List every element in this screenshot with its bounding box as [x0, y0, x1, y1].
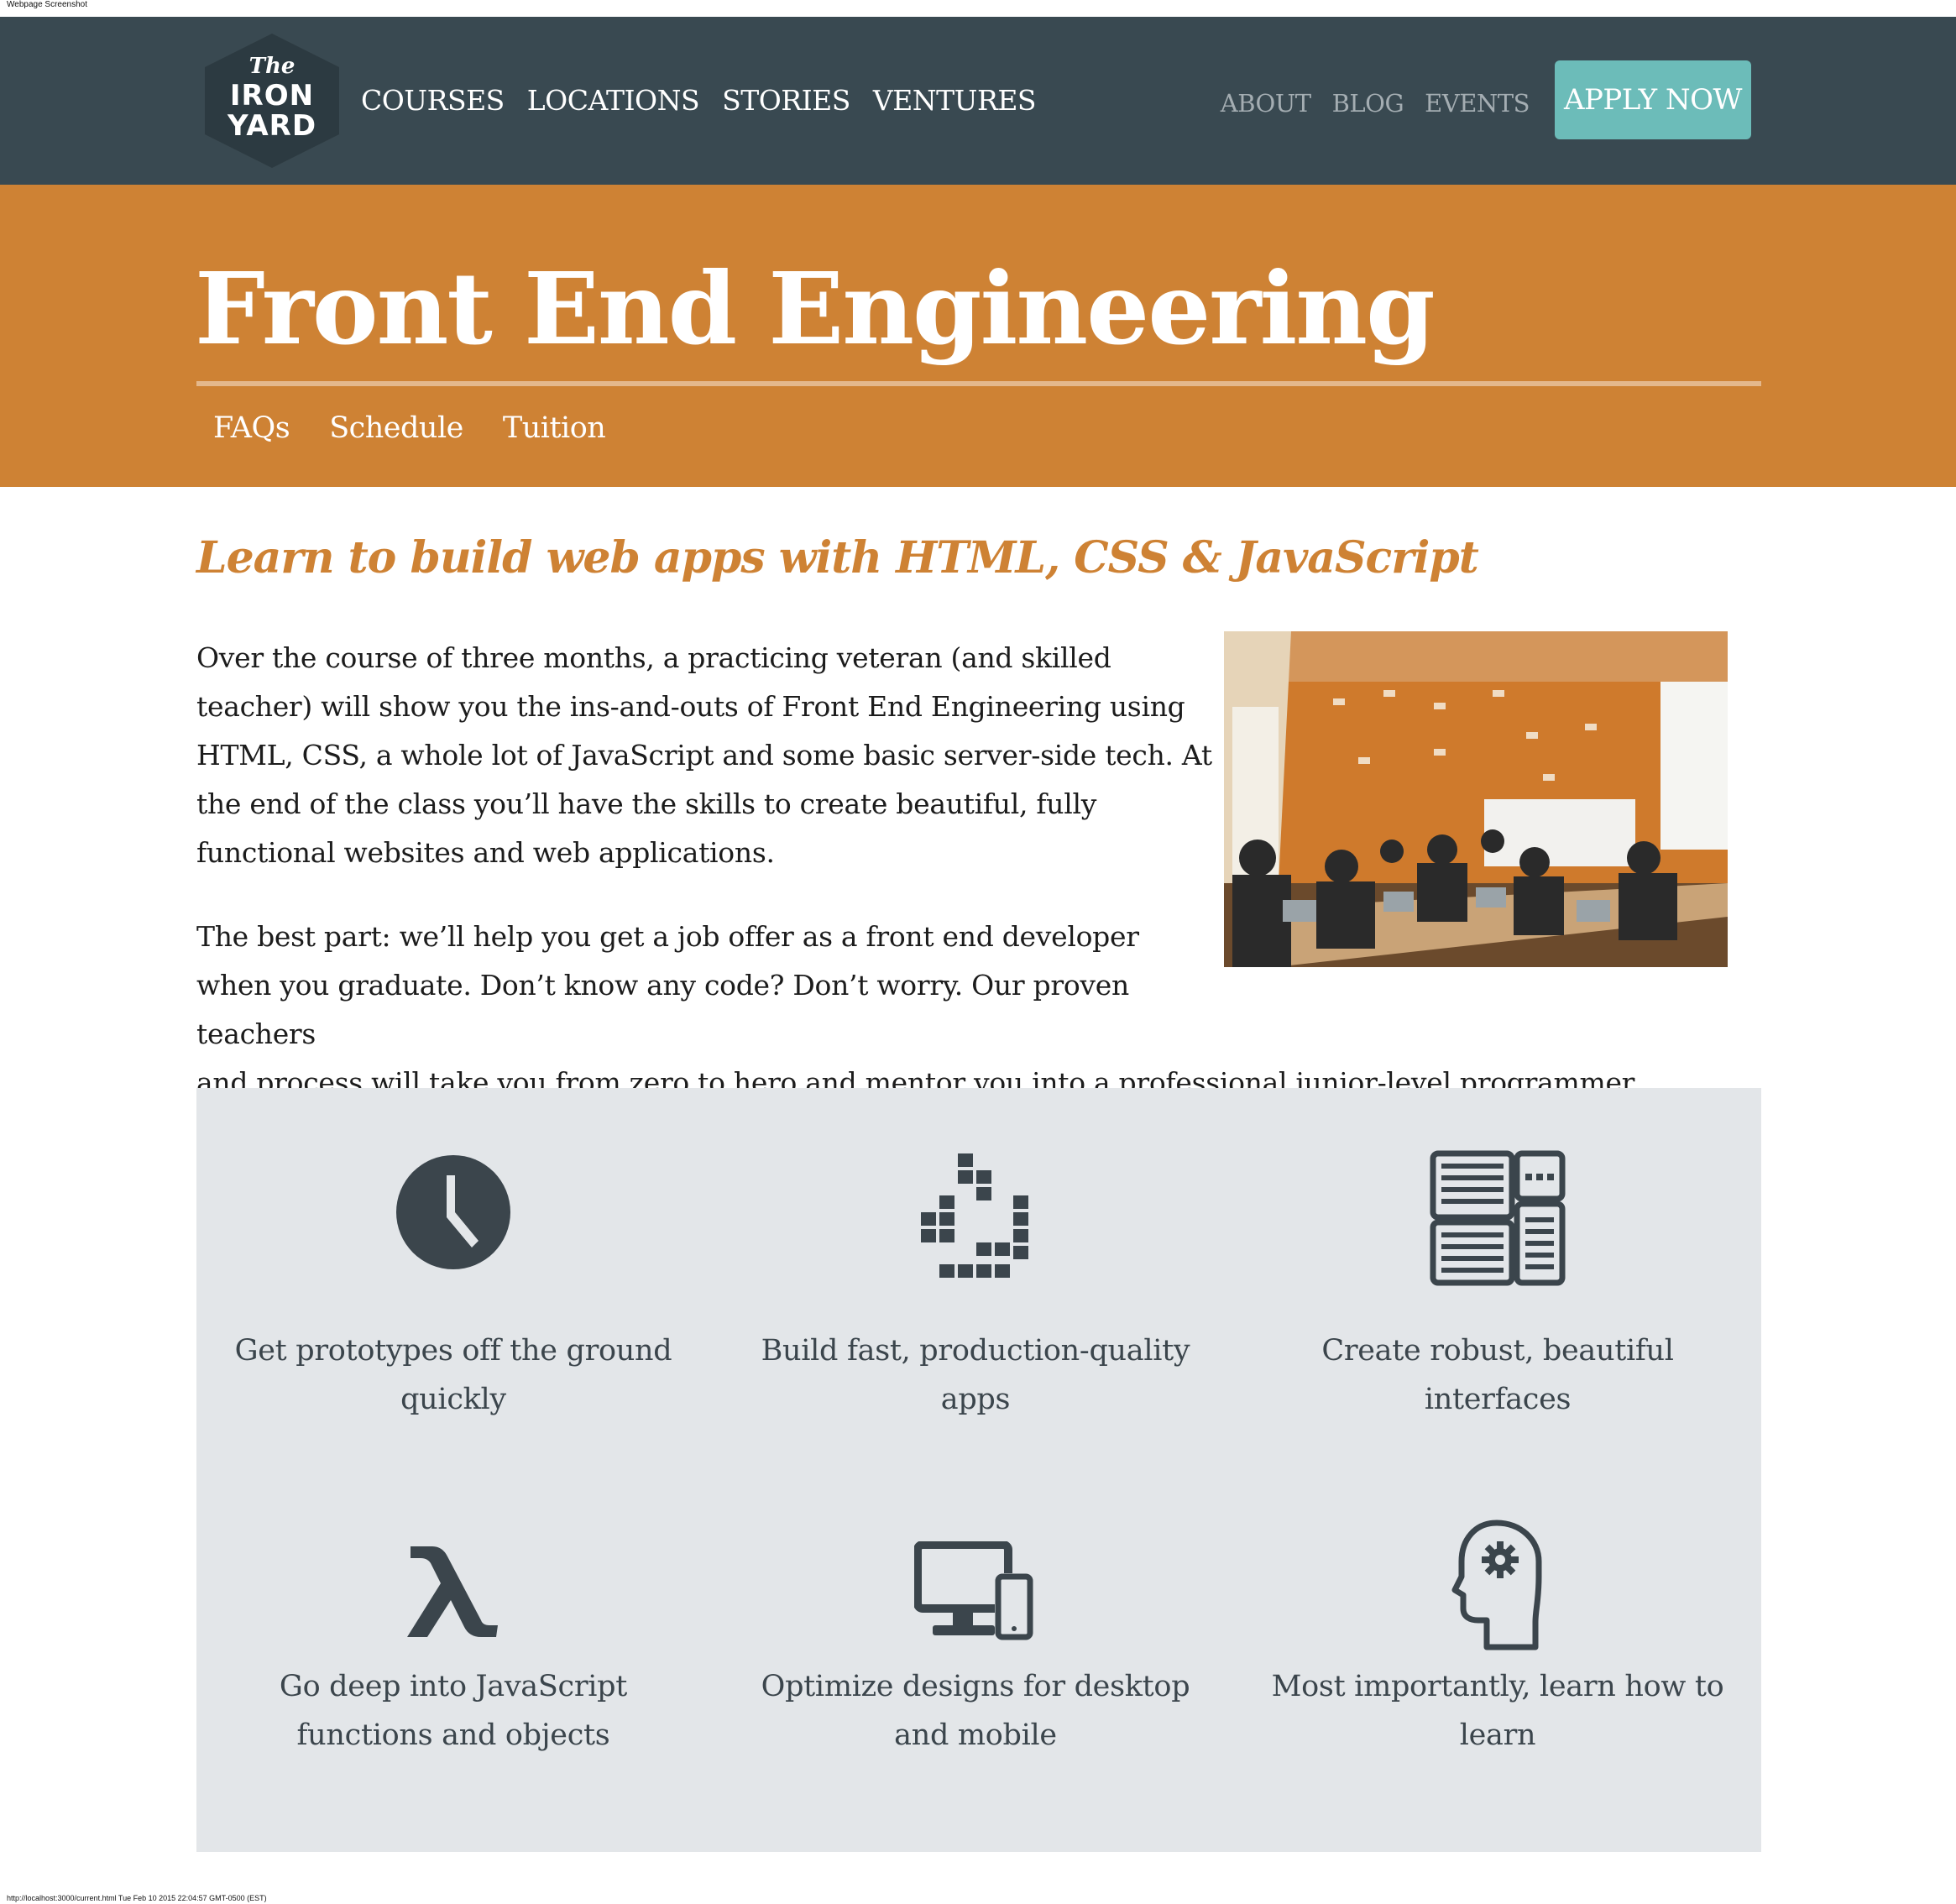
intro-paragraph: Over the course of three months, a pract… — [196, 641, 1212, 869]
hero-divider — [196, 381, 1761, 386]
job-offer-paragraph-wrapped: The best part: we’ll help you get a job … — [196, 920, 1139, 1050]
tab-faqs[interactable]: FAQs — [213, 411, 290, 445]
feature-label: Optimize designs for desktop and mobile — [761, 1670, 1190, 1752]
nav-stories[interactable]: STORIES — [722, 84, 850, 117]
page-url-footer: http://localhost:3000/current.html Tue F… — [7, 1894, 267, 1902]
course-hero: Front End Engineering FAQs Schedule Tuit… — [0, 185, 1956, 487]
feature-label: Most importantly, learn how to learn — [1271, 1670, 1724, 1752]
apply-now-button[interactable]: APPLY NOW — [1555, 60, 1751, 139]
iron-yard-logo[interactable]: The IRON YARD — [201, 32, 343, 170]
interface-layout-icon — [1263, 1150, 1733, 1293]
nav-about[interactable]: ABOUT — [1221, 89, 1311, 118]
feature-label: Build fast, production-quality apps — [761, 1334, 1190, 1416]
course-tabs: FAQs Schedule Tuition — [213, 411, 606, 445]
secondary-nav: ABOUT BLOG EVENTS — [1221, 89, 1530, 118]
feature-label: Create robust, beautiful interfaces — [1321, 1334, 1674, 1416]
clock-icon — [218, 1153, 688, 1296]
tab-schedule[interactable]: Schedule — [329, 411, 463, 445]
nav-courses[interactable]: COURSES — [361, 84, 505, 117]
job-offer-paragraph: The best part: we’ll help you get a job … — [196, 913, 1775, 1107]
nav-events[interactable]: EVENTS — [1425, 89, 1530, 118]
feature-label: Get prototypes off the ground quickly — [234, 1334, 672, 1416]
nav-locations[interactable]: LOCATIONS — [527, 84, 700, 117]
screenshot-caption: Webpage Screenshot — [7, 0, 87, 9]
features-panel: Get prototypes off the ground quickly Bu… — [196, 1088, 1761, 1852]
logo-iron-text: IRON — [229, 79, 315, 112]
main-nav: COURSES LOCATIONS STORIES VENTURES — [361, 84, 1037, 117]
page-title: Front End Engineering — [195, 250, 1436, 367]
head-gear-icon — [1263, 1518, 1733, 1661]
nav-blog[interactable]: BLOG — [1332, 89, 1404, 118]
lambda-icon — [218, 1533, 688, 1676]
top-navigation: The IRON YARD COURSES LOCATIONS STORIES … — [0, 17, 1956, 185]
logo-the-text: The — [248, 54, 295, 79]
nav-ventures[interactable]: VENTURES — [873, 84, 1037, 117]
section-subtitle: Learn to build web apps with HTML, CSS &… — [196, 532, 1479, 583]
logo-yard-text: YARD — [227, 109, 317, 143]
tab-tuition[interactable]: Tuition — [503, 411, 606, 445]
feature-label: Go deep into JavaScript functions and ob… — [279, 1670, 628, 1752]
pixel-loader-icon — [740, 1153, 1211, 1296]
